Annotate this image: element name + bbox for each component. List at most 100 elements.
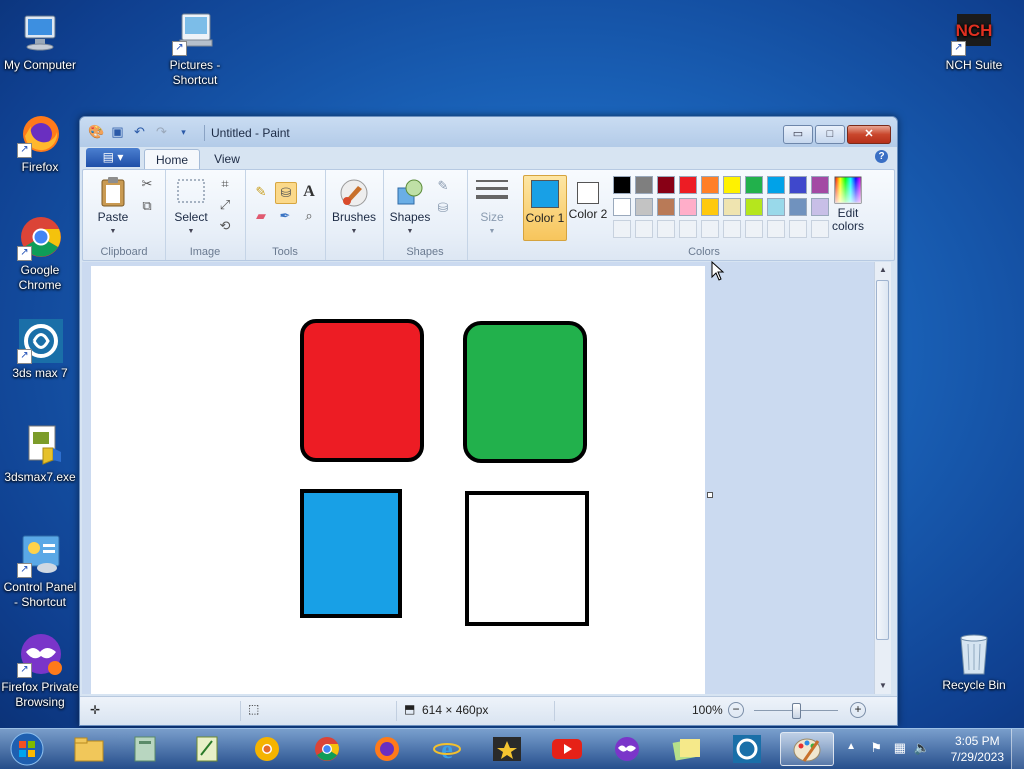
title-bar[interactable]: 🎨 ▣ ↶ ↷ ▾ Untitled - Paint ▭ □ ✕: [80, 117, 897, 147]
desktop-icon-control-panel[interactable]: ↗ Control Panel - Shortcut: [0, 532, 80, 610]
desktop-icon-pictures-shortcut[interactable]: ↗ Pictures - Shortcut: [155, 10, 235, 88]
taskbar-youtube[interactable]: [540, 732, 594, 766]
palette-swatch[interactable]: [789, 176, 807, 194]
palette-swatch[interactable]: [679, 198, 697, 216]
edit-colors-button[interactable]: Edit colors: [825, 176, 871, 233]
desktop-icon-firefox-private[interactable]: ↗ Firefox Private Browsing: [0, 632, 80, 710]
tab-view[interactable]: View: [204, 149, 250, 169]
paint-menu-button[interactable]: ▤ ▾: [86, 148, 140, 167]
taskbar-firefox-private[interactable]: [600, 732, 654, 766]
drawing-canvas[interactable]: [91, 266, 705, 694]
palette-swatch[interactable]: [679, 176, 697, 194]
custom-color-slot[interactable]: [679, 220, 697, 238]
undo-icon[interactable]: ↶: [132, 125, 147, 139]
volume-muted-icon[interactable]: 🔈: [914, 740, 930, 756]
palette-swatch[interactable]: [745, 176, 763, 194]
canvas-resize-handle[interactable]: [707, 492, 713, 498]
palette-swatch[interactable]: [745, 198, 763, 216]
desktop-icon-my-computer[interactable]: My Computer: [0, 10, 80, 73]
taskbar-chrome[interactable]: [300, 732, 354, 766]
palette-swatch[interactable]: [635, 176, 653, 194]
taskbar-notepad[interactable]: [180, 732, 234, 766]
pencil-icon[interactable]: ✎: [251, 182, 271, 202]
eraser-icon[interactable]: ▰: [251, 206, 271, 226]
scrollbar-thumb[interactable]: [876, 280, 889, 640]
customize-qat-chevron-icon[interactable]: ▾: [176, 125, 191, 139]
show-hidden-icons-icon[interactable]: ▲: [846, 741, 856, 752]
network-icon[interactable]: ▦: [894, 740, 906, 756]
palette-swatch[interactable]: [657, 176, 675, 194]
custom-color-slot[interactable]: [789, 220, 807, 238]
show-desktop-button[interactable]: [1011, 729, 1024, 769]
scroll-down-icon[interactable]: ▼: [877, 680, 889, 692]
redo-icon[interactable]: ↷: [154, 125, 169, 139]
action-center-icon[interactable]: ⚑: [870, 740, 882, 756]
taskbar-firefox[interactable]: [360, 732, 414, 766]
palette-swatch[interactable]: [613, 198, 631, 216]
taskbar-movie-maker[interactable]: [480, 732, 534, 766]
crop-icon[interactable]: ⌗: [215, 174, 235, 194]
palette-swatch[interactable]: [635, 198, 653, 216]
paint-app-icon[interactable]: 🎨: [88, 125, 104, 139]
outline-icon[interactable]: ✎: [433, 176, 453, 196]
desktop-icon-nch-suite[interactable]: NCH ↗ NCH Suite: [934, 10, 1014, 73]
fill-bucket-icon[interactable]: ⛁: [275, 182, 297, 204]
taskbar-file-explorer[interactable]: [62, 732, 116, 766]
taskbar-files[interactable]: [118, 732, 172, 766]
desktop-icon-recycle-bin[interactable]: Recycle Bin: [934, 630, 1014, 693]
close-button[interactable]: ✕: [847, 125, 891, 144]
custom-color-slot[interactable]: [635, 220, 653, 238]
size-button[interactable]: Size ▼: [471, 176, 513, 238]
vertical-scrollbar[interactable]: ▲ ▼: [874, 262, 891, 694]
custom-color-slot[interactable]: [613, 220, 631, 238]
zoom-out-icon[interactable]: −: [728, 702, 744, 718]
custom-color-slot[interactable]: [745, 220, 763, 238]
zoom-in-icon[interactable]: +: [850, 702, 866, 718]
palette-swatch[interactable]: [767, 176, 785, 194]
text-tool-icon[interactable]: A: [299, 182, 319, 202]
copy-icon[interactable]: ⧉: [137, 196, 157, 216]
resize-icon[interactable]: ⤢: [215, 195, 235, 215]
palette-swatch[interactable]: [789, 198, 807, 216]
palette-swatch[interactable]: [657, 198, 675, 216]
color2-button[interactable]: Color 2: [567, 175, 609, 239]
magnifier-icon[interactable]: ⌕: [299, 206, 319, 226]
help-icon[interactable]: ?: [875, 150, 888, 163]
palette-swatch[interactable]: [701, 198, 719, 216]
clock[interactable]: 3:05 PM 7/29/2023: [951, 733, 1004, 765]
custom-color-slot[interactable]: [701, 220, 719, 238]
maximize-button[interactable]: □: [815, 125, 845, 144]
tab-home[interactable]: Home: [144, 149, 200, 170]
scroll-up-icon[interactable]: ▲: [877, 264, 889, 276]
palette-swatch[interactable]: [701, 176, 719, 194]
color1-button[interactable]: Color 1: [523, 175, 567, 241]
taskbar-3ds-max[interactable]: [720, 732, 774, 766]
zoom-slider-thumb[interactable]: [792, 703, 801, 719]
rotate-icon[interactable]: ⟲: [215, 216, 235, 236]
desktop-icon-google-chrome[interactable]: ↗ Google Chrome: [0, 215, 80, 293]
palette-swatch[interactable]: [767, 198, 785, 216]
custom-color-slot[interactable]: [723, 220, 741, 238]
minimize-button[interactable]: ▭: [783, 125, 813, 144]
paste-button[interactable]: Paste ▼: [91, 176, 135, 238]
save-icon[interactable]: ▣: [110, 125, 125, 139]
palette-swatch[interactable]: [723, 198, 741, 216]
desktop-icon-3ds-max[interactable]: ↗ 3ds max 7: [0, 318, 80, 381]
shapes-button[interactable]: Shapes ▼: [387, 176, 433, 238]
taskbar-internet-explorer[interactable]: e: [420, 732, 474, 766]
start-button[interactable]: [0, 732, 54, 766]
custom-color-slot[interactable]: [657, 220, 675, 238]
cut-icon[interactable]: ✂: [137, 174, 157, 194]
fill-icon[interactable]: ⛁: [433, 198, 453, 218]
palette-swatch[interactable]: [613, 176, 631, 194]
color-picker-icon[interactable]: ✒: [275, 206, 295, 226]
select-button[interactable]: Select ▼: [169, 176, 213, 238]
desktop-icon-3dsmax7-exe[interactable]: 3dsmax7.exe: [0, 422, 80, 485]
brushes-button[interactable]: Brushes ▼: [331, 176, 377, 238]
desktop-icon-firefox[interactable]: ↗ Firefox: [0, 112, 80, 175]
taskbar-sticky-notes[interactable]: [660, 732, 714, 766]
custom-color-slot[interactable]: [767, 220, 785, 238]
taskbar-paint[interactable]: [780, 732, 834, 766]
taskbar-chrome-canary[interactable]: [240, 732, 294, 766]
palette-swatch[interactable]: [723, 176, 741, 194]
